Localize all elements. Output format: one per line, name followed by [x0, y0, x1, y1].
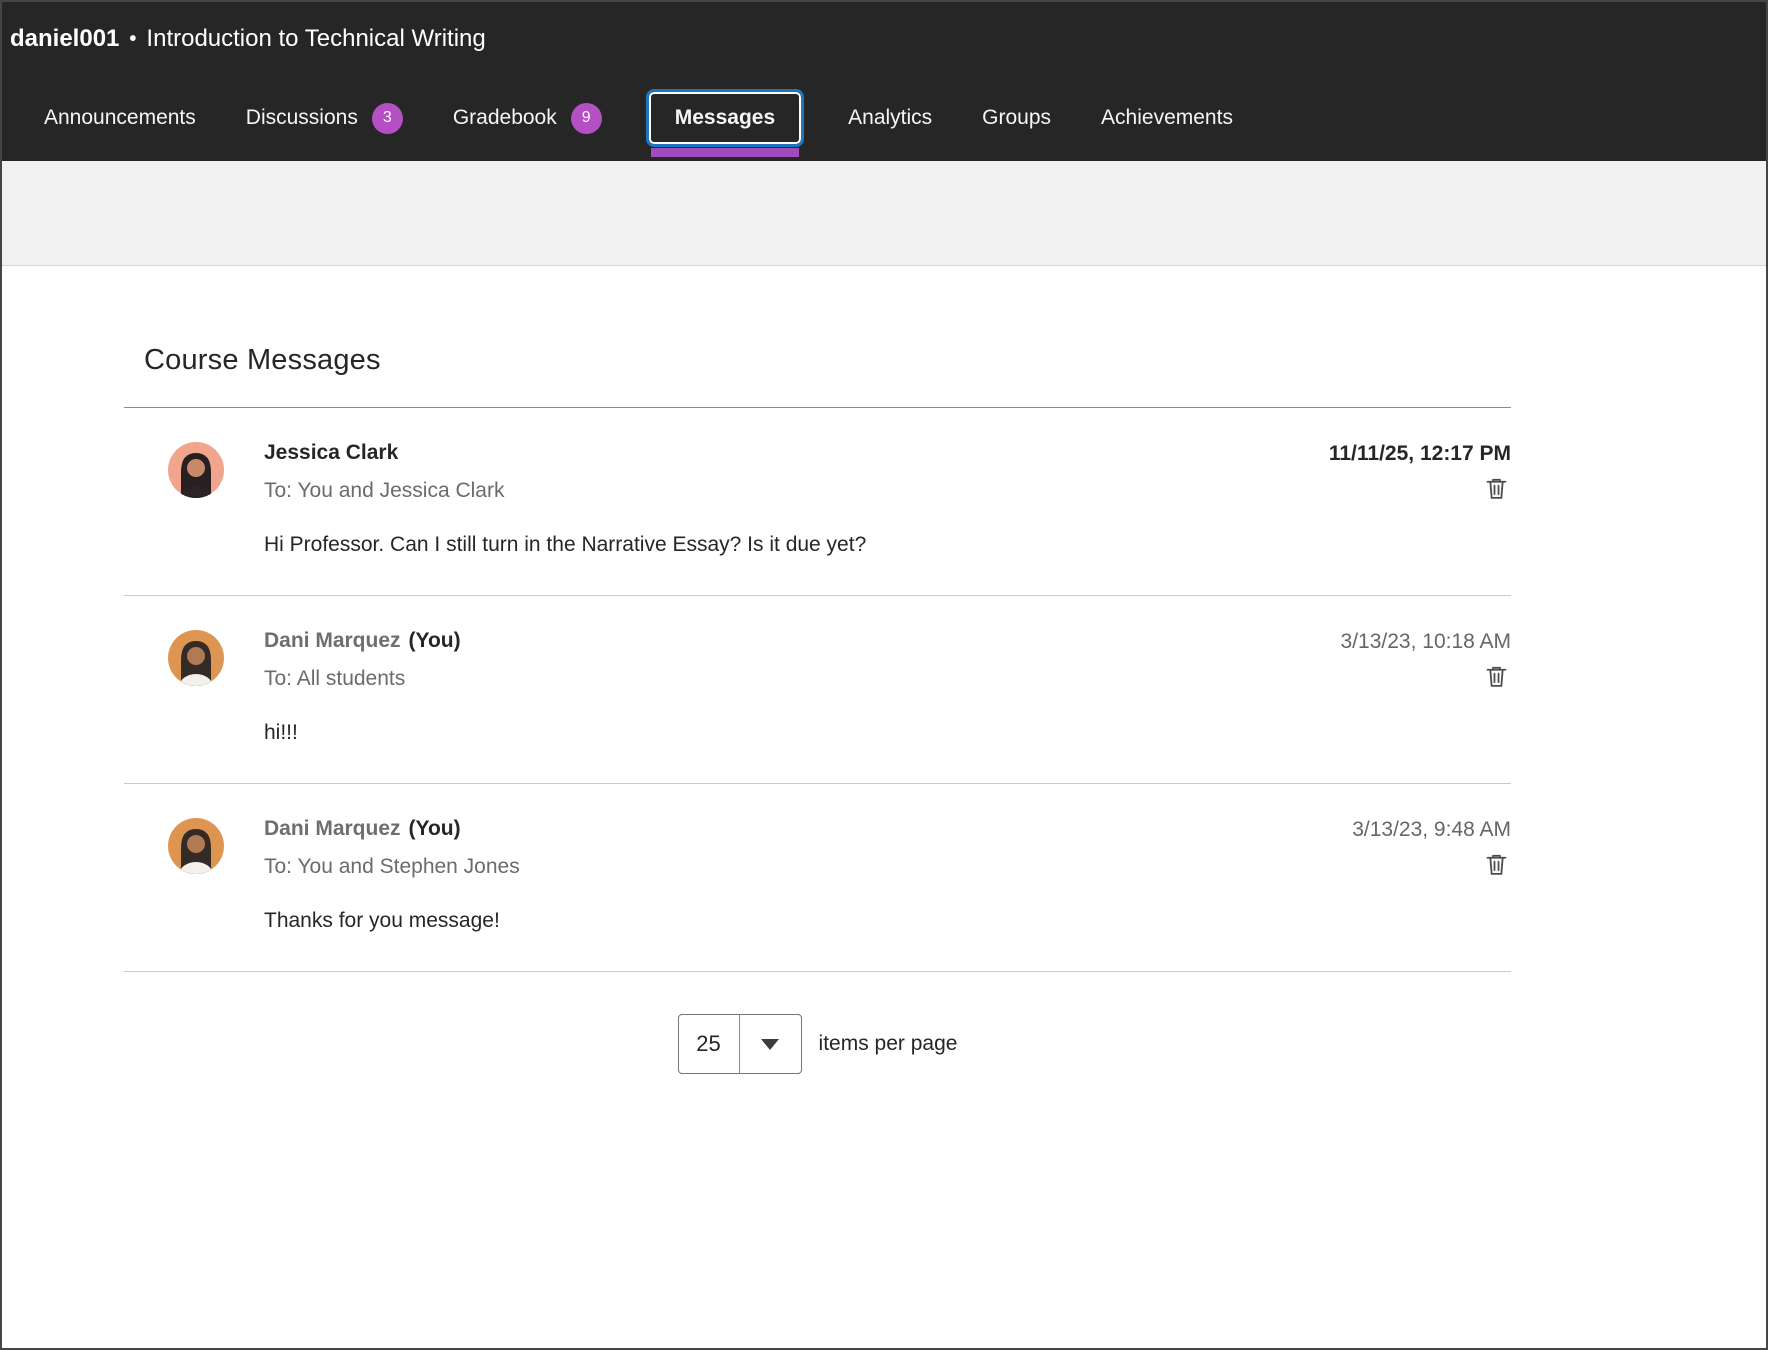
topbar: daniel001 • Introduction to Technical Wr…	[2, 2, 1766, 75]
message-preview: Thanks for you message!	[264, 907, 1312, 935]
gradebook-count-badge: 9	[571, 103, 602, 134]
topbar-course-title: Introduction to Technical Writing	[146, 25, 485, 53]
trash-icon	[1483, 475, 1510, 505]
tab-groups[interactable]: Groups	[982, 106, 1051, 130]
sender-line: Dani Marquez (You)	[264, 626, 1301, 656]
trash-icon	[1483, 851, 1510, 881]
message-info: Jessica Clark To: You and Jessica Clark …	[264, 438, 1289, 559]
tab-label: Gradebook	[453, 106, 557, 130]
tab-label: Achievements	[1101, 106, 1233, 130]
message-row[interactable]: Dani Marquez (You) To: You and Stephen Jo…	[124, 784, 1511, 972]
message-row[interactable]: Jessica Clark To: You and Jessica Clark …	[124, 408, 1511, 596]
tab-label: Analytics	[848, 106, 932, 130]
message-list: Jessica Clark To: You and Jessica Clark …	[124, 407, 1511, 972]
you-label: (You)	[409, 817, 461, 840]
message-meta: 3/13/23, 9:48 AM	[1352, 814, 1511, 935]
timestamp: 11/11/25, 12:17 PM	[1329, 440, 1511, 468]
pagination: 25 items per page	[124, 1014, 1511, 1074]
recipients: To: You and Stephen Jones	[264, 853, 1312, 881]
course-page: daniel001 • Introduction to Technical Wr…	[0, 0, 1768, 1350]
timestamp: 3/13/23, 10:18 AM	[1341, 628, 1511, 656]
tab-messages[interactable]: Messages	[646, 89, 804, 147]
page-size-value: 25	[679, 1015, 740, 1073]
sender-name: Jessica Clark	[264, 441, 398, 464]
items-per-page-select[interactable]: 25	[678, 1014, 802, 1074]
course-nav: Announcements Discussions 3 Gradebook 9 …	[2, 75, 1766, 161]
tab-analytics[interactable]: Analytics	[848, 106, 932, 130]
page-title: Course Messages	[144, 344, 1511, 377]
message-info: Dani Marquez (You) To: You and Stephen Jo…	[264, 814, 1312, 935]
caret-down-icon	[740, 1015, 801, 1073]
recipients: To: You and Jessica Clark	[264, 477, 1289, 505]
tab-achievements[interactable]: Achievements	[1101, 106, 1233, 130]
recipients: To: All students	[264, 665, 1301, 693]
timestamp: 3/13/23, 9:48 AM	[1352, 816, 1511, 844]
delete-message-button[interactable]	[1483, 663, 1510, 693]
avatar	[168, 818, 224, 874]
trash-icon	[1483, 663, 1510, 693]
content: Course Messages	[2, 266, 1766, 1348]
delete-message-button[interactable]	[1483, 851, 1510, 881]
sender-name: Dani Marquez	[264, 817, 401, 840]
sender-line: Jessica Clark	[264, 438, 1289, 468]
sender-line: Dani Marquez (You)	[264, 814, 1312, 844]
topbar-username: daniel001	[10, 25, 119, 53]
avatar	[168, 630, 224, 686]
message-preview: Hi Professor. Can I still turn in the Na…	[264, 531, 1289, 559]
tab-label: Messages	[675, 106, 775, 130]
subheader-band	[2, 161, 1766, 266]
message-preview: hi!!!	[264, 719, 1301, 747]
items-per-page-label: items per page	[819, 1032, 958, 1056]
tab-announcements[interactable]: Announcements	[44, 106, 196, 130]
tab-label: Announcements	[44, 106, 196, 130]
message-meta: 3/13/23, 10:18 AM	[1341, 626, 1511, 747]
delete-message-button[interactable]	[1483, 475, 1510, 505]
discussions-count-badge: 3	[372, 103, 403, 134]
message-row[interactable]: Dani Marquez (You) To: All students hi!!!…	[124, 596, 1511, 784]
tab-label: Discussions	[246, 106, 358, 130]
message-meta: 11/11/25, 12:17 PM	[1329, 438, 1511, 559]
message-info: Dani Marquez (You) To: All students hi!!!	[264, 626, 1301, 747]
tab-gradebook[interactable]: Gradebook 9	[453, 103, 602, 134]
topbar-separator: •	[129, 28, 136, 51]
avatar	[168, 442, 224, 498]
you-label: (You)	[409, 629, 461, 652]
sender-name: Dani Marquez	[264, 629, 401, 652]
tab-discussions[interactable]: Discussions 3	[246, 103, 403, 134]
tab-label: Groups	[982, 106, 1051, 130]
